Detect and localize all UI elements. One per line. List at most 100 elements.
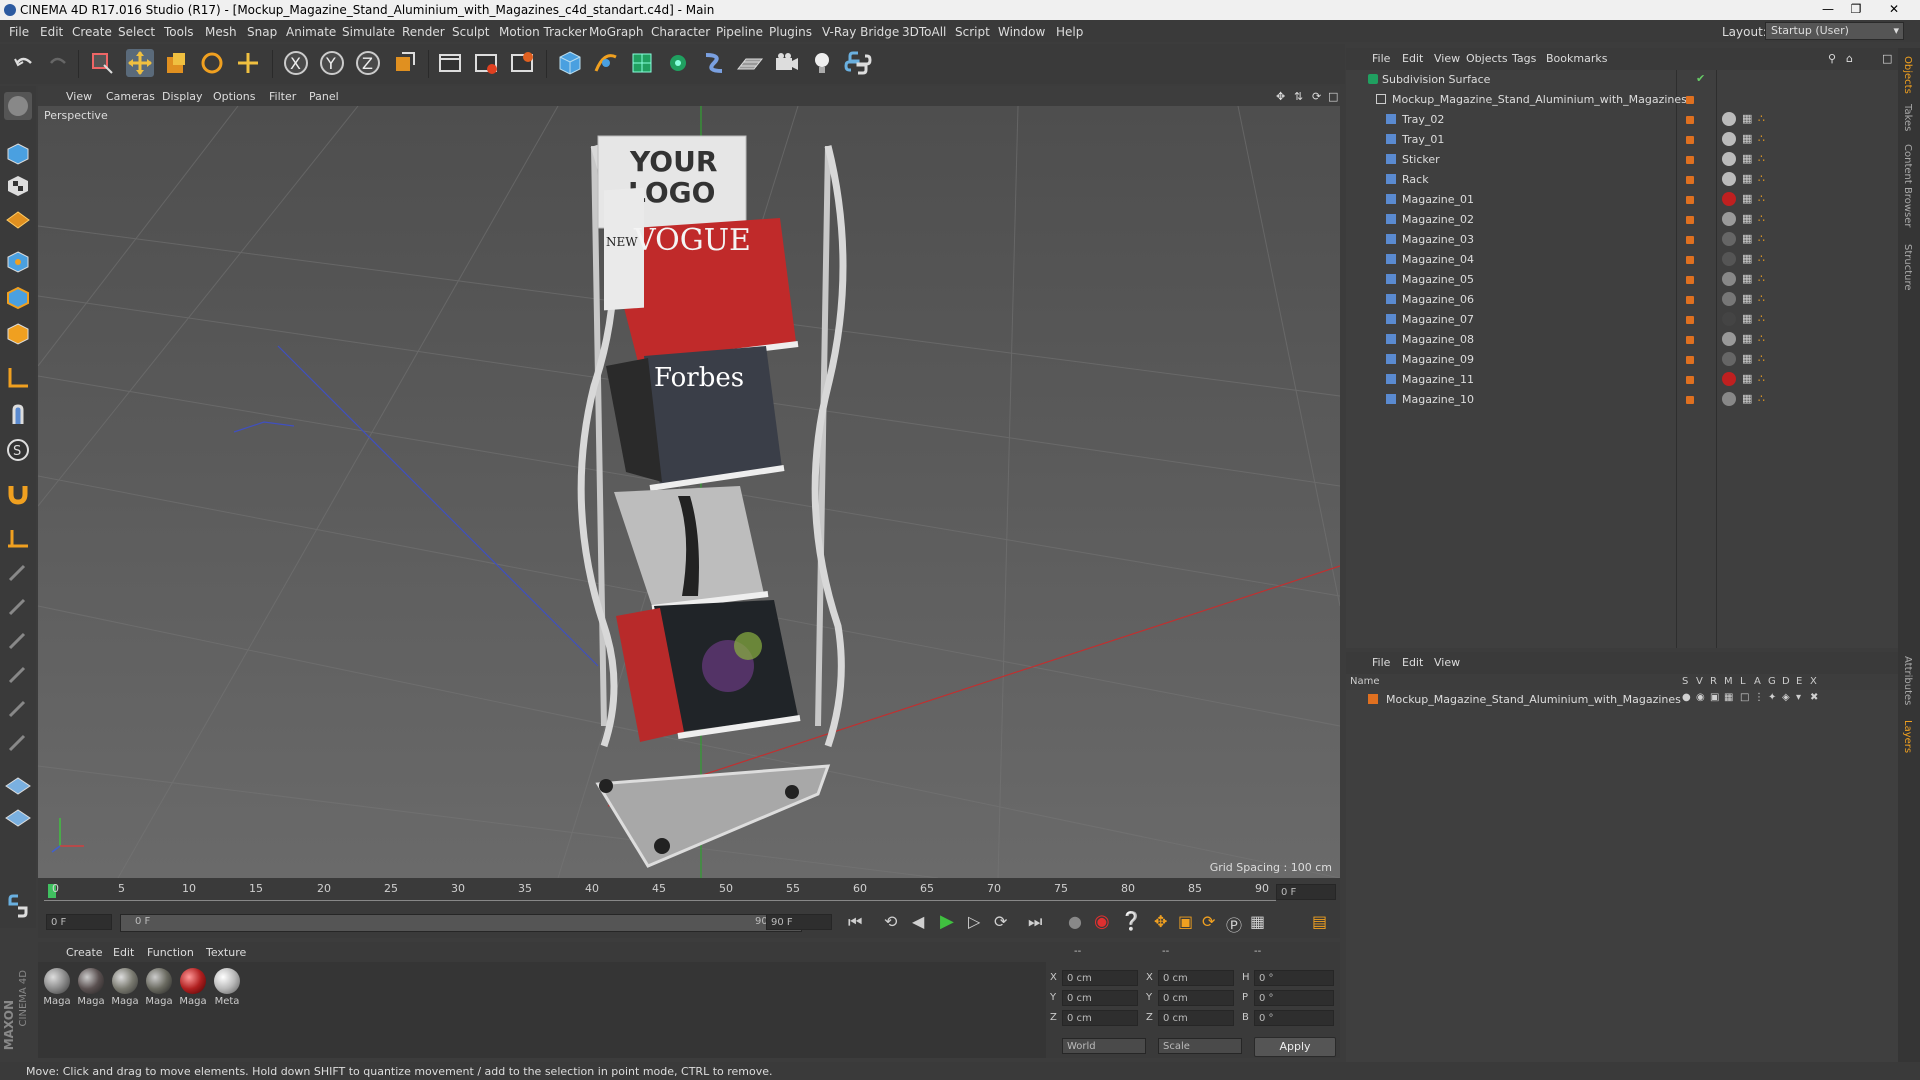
object-row[interactable]: Magazine_04 ▦ ∴ bbox=[1346, 250, 1898, 270]
texture-tag-icon[interactable]: ▦ bbox=[1742, 352, 1752, 365]
material-tag-icon[interactable] bbox=[1722, 132, 1736, 146]
material-menu-texture[interactable]: Texture bbox=[206, 946, 246, 959]
texture-tag-icon[interactable]: ▦ bbox=[1742, 132, 1752, 145]
texture-tag-icon[interactable]: ▦ bbox=[1742, 172, 1752, 185]
layer-col-manager[interactable]: M bbox=[1724, 676, 1733, 687]
frame-range-slider[interactable]: 0 F 90 F bbox=[120, 914, 802, 932]
scale-key-icon[interactable]: ▣ bbox=[1178, 912, 1193, 931]
make-editable-icon[interactable] bbox=[4, 92, 32, 120]
viewport-menu-options[interactable]: Options bbox=[213, 90, 255, 103]
viewport-move-icon[interactable]: ✥ bbox=[1276, 90, 1285, 103]
material-menu-function[interactable]: Function bbox=[147, 946, 194, 959]
menu-tools[interactable]: Tools bbox=[164, 25, 194, 39]
timeline-icon[interactable]: ▤ bbox=[1312, 912, 1327, 931]
workplane-mode-icon[interactable] bbox=[4, 204, 32, 232]
texture-tag-icon[interactable]: ▦ bbox=[1742, 312, 1752, 325]
phong-tag-icon[interactable]: ∴ bbox=[1758, 172, 1765, 185]
object-row[interactable]: Magazine_02 ▦ ∴ bbox=[1346, 210, 1898, 230]
object-row[interactable]: Subdivision Surface ✔ bbox=[1346, 70, 1898, 90]
close-icon[interactable]: ✕ bbox=[1880, 0, 1908, 20]
menu-mesh[interactable]: Mesh bbox=[205, 25, 237, 39]
material-tag-icon[interactable] bbox=[1722, 312, 1736, 326]
object-row[interactable]: Magazine_05 ▦ ∴ bbox=[1346, 270, 1898, 290]
layer-col-xref[interactable]: X bbox=[1810, 676, 1817, 687]
menu-script[interactable]: Script bbox=[955, 25, 990, 39]
tab-layers[interactable]: Layers bbox=[1902, 720, 1913, 753]
material-tag-icon[interactable] bbox=[1722, 112, 1736, 126]
menu-plugins[interactable]: Plugins bbox=[769, 25, 812, 39]
phong-tag-icon[interactable]: ∴ bbox=[1758, 312, 1765, 325]
apply-button[interactable]: Apply bbox=[1254, 1037, 1336, 1057]
texture-tag-icon[interactable]: ▦ bbox=[1742, 152, 1752, 165]
end-frame-field[interactable]: 90 F bbox=[766, 914, 832, 930]
phong-tag-icon[interactable]: ∴ bbox=[1758, 232, 1765, 245]
expression-icon[interactable]: ▾ bbox=[1796, 692, 1801, 703]
go-to-end-icon[interactable]: ⏭ bbox=[1028, 912, 1042, 932]
material-menu-create[interactable]: Create bbox=[66, 946, 103, 959]
move-tool-icon[interactable] bbox=[126, 49, 154, 77]
viewport-menu-cameras[interactable]: Cameras bbox=[106, 90, 155, 103]
floor-icon[interactable] bbox=[736, 49, 764, 77]
snap-icon[interactable]: S bbox=[4, 436, 32, 464]
viewport-menu-filter[interactable]: Filter bbox=[269, 90, 296, 103]
record-keys-icon[interactable]: ● bbox=[1068, 912, 1082, 931]
rotation-h-field[interactable]: 0 ° bbox=[1254, 970, 1334, 986]
render-settings-icon[interactable] bbox=[508, 49, 536, 77]
menu-window[interactable]: Window bbox=[998, 25, 1045, 39]
size-y-field[interactable]: 0 cm bbox=[1158, 990, 1234, 1006]
phong-tag-icon[interactable]: ∴ bbox=[1758, 372, 1765, 385]
material-tag-icon[interactable] bbox=[1722, 212, 1736, 226]
material-tag-icon[interactable] bbox=[1722, 172, 1736, 186]
rotate-tool-icon[interactable] bbox=[198, 49, 226, 77]
render-view-icon[interactable] bbox=[436, 49, 464, 77]
menu-animate[interactable]: Animate bbox=[286, 25, 336, 39]
phong-tag-icon[interactable]: ∴ bbox=[1758, 152, 1765, 165]
texture-tag-icon[interactable]: ▦ bbox=[1742, 292, 1752, 305]
texture-tag-icon[interactable]: ▦ bbox=[1742, 112, 1752, 125]
position-x-field[interactable]: 0 cm bbox=[1062, 970, 1138, 986]
light-icon[interactable] bbox=[808, 49, 836, 77]
position-y-field[interactable]: 0 cm bbox=[1062, 990, 1138, 1006]
camera-icon[interactable] bbox=[772, 49, 800, 77]
magnet-icon[interactable] bbox=[4, 480, 32, 508]
viewport-maximize-icon[interactable]: □ bbox=[1328, 90, 1338, 103]
animation-icon[interactable]: ⋮ bbox=[1754, 692, 1764, 703]
object-row[interactable]: Magazine_06 ▦ ∴ bbox=[1346, 290, 1898, 310]
python-icon[interactable] bbox=[844, 49, 872, 77]
layer-col-expressions[interactable]: E bbox=[1796, 676, 1802, 687]
flatten-brush-icon[interactable] bbox=[4, 694, 32, 722]
phong-tag-icon[interactable]: ∴ bbox=[1758, 352, 1765, 365]
texture-tag-icon[interactable]: ▦ bbox=[1742, 372, 1752, 385]
material-swatch[interactable]: Meta bbox=[212, 968, 242, 1007]
sculpt-brush-icon[interactable] bbox=[4, 558, 32, 586]
render-picture-viewer-icon[interactable] bbox=[472, 49, 500, 77]
material-menu-edit[interactable]: Edit bbox=[113, 946, 134, 959]
menu-file[interactable]: File bbox=[9, 25, 29, 39]
visible-eye-icon[interactable]: ◉ bbox=[1696, 692, 1705, 703]
texture-tag-icon[interactable]: ▦ bbox=[1742, 272, 1752, 285]
rotation-b-field[interactable]: 0 ° bbox=[1254, 1010, 1334, 1026]
timeline-ruler[interactable]: 0 5 10 15 20 25 30 35 40 45 50 55 60 65 … bbox=[38, 878, 1340, 908]
axis-mode-icon[interactable] bbox=[4, 364, 32, 392]
layer-menu-view[interactable]: View bbox=[1434, 656, 1460, 669]
viewport-zoom-icon[interactable]: ⇅ bbox=[1294, 90, 1303, 103]
material-swatch[interactable]: Maga bbox=[144, 968, 174, 1007]
viewport-menu-panel[interactable]: Panel bbox=[309, 90, 339, 103]
undo-icon[interactable] bbox=[10, 49, 38, 77]
size-z-field[interactable]: 0 cm bbox=[1158, 1010, 1234, 1026]
cube-primitive-icon[interactable] bbox=[556, 49, 584, 77]
coordinate-mode-select[interactable]: World bbox=[1062, 1038, 1146, 1054]
menu-vray-bridge[interactable]: V-Ray Bridge bbox=[822, 25, 899, 39]
object-row[interactable]: Tray_01 ▦ ∴ bbox=[1346, 130, 1898, 150]
position-z-field[interactable]: 0 cm bbox=[1062, 1010, 1138, 1026]
parameter-key-icon[interactable]: Ⓟ bbox=[1226, 912, 1242, 936]
layer-col-name[interactable]: Name bbox=[1350, 676, 1380, 687]
menu-edit[interactable]: Edit bbox=[40, 25, 63, 39]
material-swatch[interactable]: Maga bbox=[110, 968, 140, 1007]
enabled-check-icon[interactable]: ✔ bbox=[1696, 72, 1705, 85]
home-icon[interactable]: ⌂ bbox=[1846, 52, 1853, 65]
menu-select[interactable]: Select bbox=[118, 25, 155, 39]
menu-sculpt[interactable]: Sculpt bbox=[452, 25, 489, 39]
keyframe-selection-icon[interactable]: ❔ bbox=[1120, 911, 1142, 932]
layer-col-animation[interactable]: A bbox=[1754, 676, 1761, 687]
